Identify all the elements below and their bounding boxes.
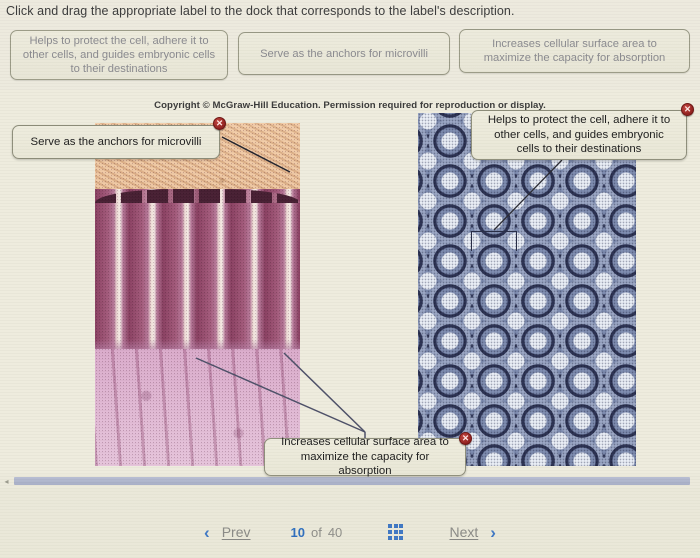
pagination-nav: ‹ Prev 10 of 40 Next › <box>0 512 700 552</box>
next-button[interactable]: Next <box>449 524 478 540</box>
placed-label-anchors-microvilli[interactable]: Serve as the anchors for microvilli <box>12 125 220 159</box>
micrograph-grain-texture <box>95 123 300 466</box>
placed-label-text: Serve as the anchors for microvilli <box>30 135 202 148</box>
chevron-right-icon[interactable]: › <box>490 524 496 541</box>
bank-label-surface-area[interactable]: Increases cellular surface area to maxim… <box>459 29 690 73</box>
bank-label-protect-cell[interactable]: Helps to protect the cell, adhere it to … <box>10 30 228 80</box>
glycocalyx-callout-bracket <box>471 231 517 251</box>
current-page-number: 10 <box>290 524 305 540</box>
instruction-text: Click and drag the appropriate label to … <box>6 4 515 18</box>
micrograph-grain-texture <box>418 113 636 466</box>
placed-label-protect-cell[interactable]: Helps to protect the cell, adhere it to … <box>471 110 687 160</box>
page-of-label: of <box>310 524 322 540</box>
close-icon[interactable]: ✕ <box>681 103 694 116</box>
label-bank: Helps to protect the cell, adhere it to … <box>0 28 700 86</box>
placed-label-text: Increases cellular surface area to maxim… <box>281 436 449 478</box>
bank-label-anchors-microvilli[interactable]: Serve as the anchors for microvilli <box>238 32 450 75</box>
placed-label-text: Helps to protect the cell, adhere it to … <box>487 114 671 156</box>
scroll-left-arrow-icon[interactable]: ◂ <box>2 477 11 486</box>
prev-button[interactable]: Prev <box>222 524 251 540</box>
placed-label-surface-area[interactable]: Increases cellular surface area to maxim… <box>264 436 466 478</box>
bank-label-text: Serve as the anchors for microvilli <box>260 47 428 60</box>
exercise-screen: Click and drag the appropriate label to … <box>0 0 700 558</box>
chevron-left-icon[interactable]: ‹ <box>204 524 210 541</box>
longitudinal-section-microvilli-micrograph <box>95 123 300 466</box>
figure-area: Copyright © McGraw-Hill Education. Permi… <box>0 90 700 485</box>
cross-section-microvilli-micrograph <box>418 113 636 466</box>
total-page-count: 40 <box>327 524 343 540</box>
close-icon[interactable]: ✕ <box>459 432 472 445</box>
close-icon[interactable]: ✕ <box>213 117 226 130</box>
grid-icon[interactable] <box>388 524 404 540</box>
bank-label-text: Helps to protect the cell, adhere it to … <box>22 35 216 75</box>
bank-label-text: Increases cellular surface area to maxim… <box>483 38 666 64</box>
